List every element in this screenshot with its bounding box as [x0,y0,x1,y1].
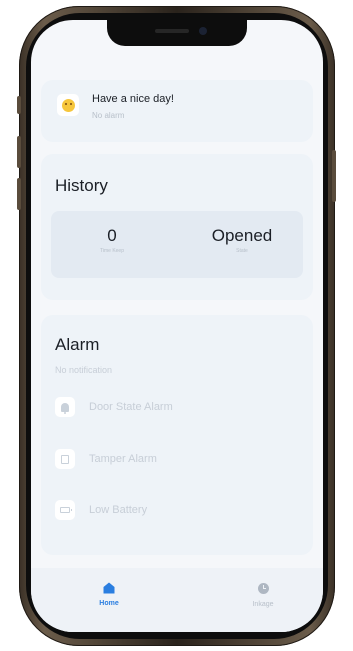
state-value: Opened [211,226,273,245]
battery-icon [55,500,75,520]
nav-tab-home[interactable]: Home [79,582,139,607]
time-keep-stat: 0 Time Keep [62,226,162,254]
tamper-alarm-label: Tamper Alarm [89,453,157,465]
low-battery-item[interactable]: Low Battery [55,500,295,522]
bell-icon [55,397,75,417]
phone-screen: Have a nice day! No alarm History 0 Time… [31,20,323,632]
low-battery-label: Low Battery [89,504,148,516]
greeting-card[interactable]: Have a nice day! No alarm [41,80,313,142]
home-icon [102,582,116,596]
nav-inkage-label: Inkage [252,601,274,608]
smile-emoji-icon [57,94,79,116]
door-state-alarm-item[interactable]: Door State Alarm [55,397,295,419]
smile-face-icon [61,98,75,112]
state-stat: Opened State [192,226,292,254]
phone-side-button [17,96,21,114]
time-keep-label: Time Keep [100,248,124,254]
phone-side-button [17,136,21,168]
camera [199,27,207,35]
notch [107,20,247,46]
nav-tab-inkage[interactable]: Inkage [233,582,293,608]
alarm-title: Alarm [55,335,100,354]
time-keep-value: 0 [107,226,117,245]
greeting-subtitle: No alarm [92,111,125,120]
nav-home-label: Home [99,600,119,607]
phone-side-button [332,150,336,202]
door-state-alarm-label: Door State Alarm [89,401,173,413]
speaker [155,29,189,33]
alarm-subtitle: No notification [55,365,113,375]
clock-icon [256,583,270,597]
history-panel: 0 Time Keep Opened State [51,211,303,278]
history-card[interactable]: History 0 Time Keep Opened State [41,154,313,300]
alarm-card: Alarm No notification Door State Alarm T… [41,315,313,555]
history-title: History [55,176,108,195]
greeting-title: Have a nice day! [92,93,174,105]
state-label: State [236,248,248,254]
tamper-icon [55,449,75,469]
bottom-nav: Home Inkage [31,568,323,632]
tamper-alarm-item[interactable]: Tamper Alarm [55,449,295,471]
phone-side-button [17,178,21,210]
